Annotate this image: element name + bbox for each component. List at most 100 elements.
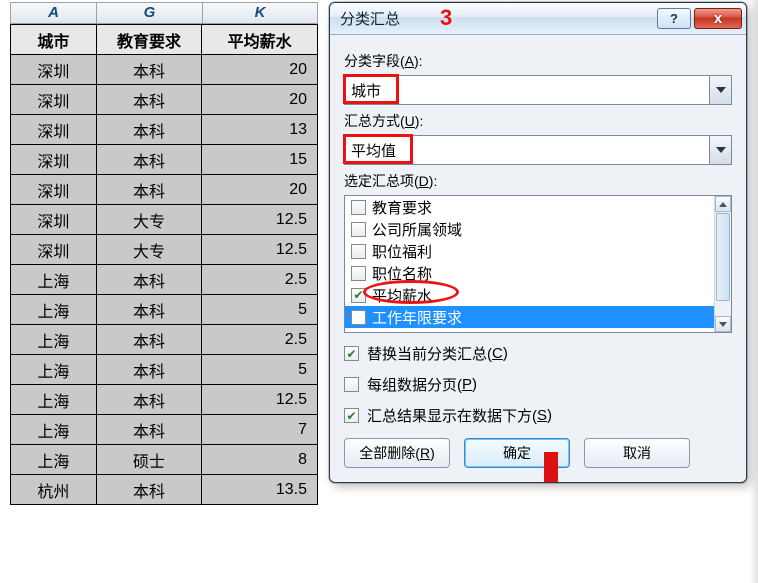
header-city[interactable]: 城市: [11, 25, 97, 55]
checkbox-icon[interactable]: [351, 310, 366, 325]
cell-salary[interactable]: 20: [202, 175, 318, 205]
chevron-down-icon[interactable]: [709, 76, 731, 104]
replace-current-checkbox[interactable]: ✔ 替换当前分类汇总(C): [344, 343, 732, 364]
table-row[interactable]: 上海本科2.5: [11, 265, 318, 295]
cell-edu[interactable]: 硕士: [96, 445, 202, 475]
pagebreak-checkbox[interactable]: 每组数据分页(P): [344, 374, 732, 395]
listbox-scrollbar[interactable]: [714, 196, 731, 332]
table-row[interactable]: 上海本科7: [11, 415, 318, 445]
cell-salary[interactable]: 20: [202, 85, 318, 115]
cell-edu[interactable]: 本科: [96, 115, 202, 145]
scroll-up-icon[interactable]: [715, 196, 731, 212]
cell-city[interactable]: 杭州: [11, 475, 97, 505]
cell-city[interactable]: 上海: [11, 415, 97, 445]
list-item[interactable]: 工作年限要求: [345, 306, 731, 328]
cell-city[interactable]: 上海: [11, 265, 97, 295]
cell-city[interactable]: 深圳: [11, 235, 97, 265]
table-row[interactable]: 深圳本科20: [11, 175, 318, 205]
list-item[interactable]: 公司所属领域: [345, 218, 731, 240]
cell-salary[interactable]: 15: [202, 145, 318, 175]
group-field-dropdown[interactable]: 城市: [344, 75, 732, 105]
summary-mode-dropdown[interactable]: 平均值: [344, 135, 732, 165]
col-letter-a[interactable]: A: [10, 2, 96, 24]
cell-salary[interactable]: 8: [202, 445, 318, 475]
cell-edu[interactable]: 本科: [96, 355, 202, 385]
summary-items-listbox[interactable]: 教育要求公司所属领域职位福利职位名称 ✔ 平均薪水工作年限要求: [344, 195, 732, 333]
table-row[interactable]: 深圳大专12.5: [11, 205, 318, 235]
below-data-checkbox[interactable]: ✔ 汇总结果显示在数据下方(S): [344, 405, 732, 426]
cell-edu[interactable]: 本科: [96, 475, 202, 505]
table-row[interactable]: 上海本科5: [11, 355, 318, 385]
checkbox-icon[interactable]: [351, 266, 366, 281]
close-button[interactable]: x: [694, 8, 742, 29]
cancel-button[interactable]: 取消: [584, 438, 690, 468]
cell-edu[interactable]: 本科: [96, 415, 202, 445]
cell-salary[interactable]: 13.5: [202, 475, 318, 505]
cell-edu[interactable]: 本科: [96, 175, 202, 205]
table-row[interactable]: 杭州本科13.5: [11, 475, 318, 505]
col-letter-g[interactable]: G: [96, 2, 202, 24]
remove-all-button[interactable]: 全部删除(R): [344, 438, 450, 468]
cell-city[interactable]: 深圳: [11, 55, 97, 85]
group-field-value: 城市: [351, 80, 381, 101]
list-item-label: 平均薪水: [372, 285, 432, 306]
cell-salary[interactable]: 5: [202, 295, 318, 325]
table-row[interactable]: 深圳本科20: [11, 55, 318, 85]
cell-edu[interactable]: 本科: [96, 145, 202, 175]
table-row[interactable]: 深圳大专12.5: [11, 235, 318, 265]
cell-city[interactable]: 上海: [11, 295, 97, 325]
cell-city[interactable]: 深圳: [11, 205, 97, 235]
list-item[interactable]: ✔ 平均薪水: [345, 284, 731, 306]
checkbox-icon: [344, 377, 359, 392]
checkbox-icon[interactable]: [351, 244, 366, 259]
scroll-thumb[interactable]: [716, 213, 730, 301]
help-button[interactable]: ?: [657, 8, 691, 29]
header-salary[interactable]: 平均薪水: [202, 25, 318, 55]
table-row[interactable]: 上海本科2.5: [11, 325, 318, 355]
table-row[interactable]: 深圳本科15: [11, 145, 318, 175]
cell-salary[interactable]: 2.5: [202, 265, 318, 295]
dialog-titlebar[interactable]: 分类汇总 3 ? x: [330, 3, 746, 35]
cell-city[interactable]: 深圳: [11, 145, 97, 175]
chevron-down-icon[interactable]: [709, 136, 731, 164]
cell-edu[interactable]: 本科: [96, 295, 202, 325]
header-edu[interactable]: 教育要求: [96, 25, 202, 55]
checkbox-icon[interactable]: [351, 222, 366, 237]
table-row[interactable]: 上海本科5: [11, 295, 318, 325]
cell-city[interactable]: 深圳: [11, 175, 97, 205]
cell-city[interactable]: 上海: [11, 325, 97, 355]
help-icon: ?: [670, 11, 678, 26]
cell-edu[interactable]: 本科: [96, 385, 202, 415]
checkbox-icon[interactable]: [351, 200, 366, 215]
cell-salary[interactable]: 20: [202, 55, 318, 85]
cell-city[interactable]: 深圳: [11, 85, 97, 115]
cell-salary[interactable]: 12.5: [202, 235, 318, 265]
cell-salary[interactable]: 12.5: [202, 205, 318, 235]
cell-salary[interactable]: 5: [202, 355, 318, 385]
cell-salary[interactable]: 13: [202, 115, 318, 145]
cell-salary[interactable]: 12.5: [202, 385, 318, 415]
table-row[interactable]: 上海硕士8: [11, 445, 318, 475]
scroll-down-icon[interactable]: [715, 316, 731, 332]
list-item[interactable]: 教育要求: [345, 196, 731, 218]
list-item[interactable]: 职位名称: [345, 262, 731, 284]
cell-city[interactable]: 深圳: [11, 115, 97, 145]
table-row[interactable]: 上海本科12.5: [11, 385, 318, 415]
cell-city[interactable]: 上海: [11, 355, 97, 385]
table-row[interactable]: 深圳本科20: [11, 85, 318, 115]
list-item[interactable]: 职位福利: [345, 240, 731, 262]
cell-salary[interactable]: 7: [202, 415, 318, 445]
cell-city[interactable]: 上海: [11, 445, 97, 475]
cell-edu[interactable]: 大专: [96, 205, 202, 235]
cell-edu[interactable]: 本科: [96, 325, 202, 355]
cell-edu[interactable]: 本科: [96, 265, 202, 295]
cell-edu[interactable]: 本科: [96, 85, 202, 115]
cell-edu[interactable]: 本科: [96, 55, 202, 85]
cell-city[interactable]: 上海: [11, 385, 97, 415]
col-letter-k[interactable]: K: [202, 2, 318, 24]
ok-button[interactable]: 确定: [464, 438, 570, 468]
table-row[interactable]: 深圳本科13: [11, 115, 318, 145]
cell-edu[interactable]: 大专: [96, 235, 202, 265]
cell-salary[interactable]: 2.5: [202, 325, 318, 355]
checkbox-icon[interactable]: ✔: [351, 288, 366, 303]
